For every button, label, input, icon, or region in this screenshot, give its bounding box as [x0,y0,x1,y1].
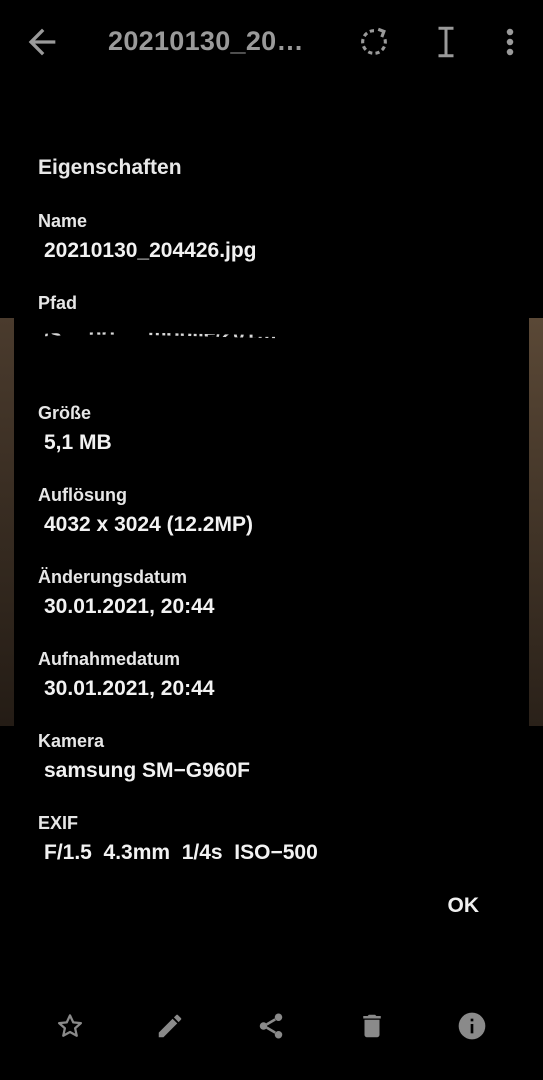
info-button[interactable] [450,1004,494,1048]
resolution-value: 4032 x 3024 (12.2MP) [44,513,253,536]
size-value: 5,1 MB [44,431,112,454]
camera-value: samsung SM−G960F [44,759,250,782]
back-button[interactable] [22,22,62,62]
exif-value: F/1.5 4.3mm 1/4s ISO−500 [44,841,318,864]
file-title: 20210130_20… [108,26,304,56]
text-select-button[interactable] [428,22,464,62]
delete-icon [363,1014,381,1038]
modified-date-value: 30.01.2021, 20:44 [44,595,215,618]
star-icon [58,1014,82,1037]
info-icon [458,1012,486,1040]
rotate-icon [361,27,387,55]
share-button[interactable] [249,1004,293,1048]
exif-label: EXIF [38,813,79,833]
photo-edge-left [0,318,14,726]
share-icon [259,1013,283,1039]
back-arrow-icon [28,28,56,56]
name-label: Name [38,211,88,231]
path-label: Pfad [38,293,78,313]
ok-button[interactable]: OK [448,894,480,918]
more-options-button[interactable] [492,22,528,62]
top-app-bar: 20210130_20… [0,0,543,86]
path-redaction-scribble [19,321,459,384]
capture-date-value: 30.01.2021, 20:44 [44,677,215,700]
favorite-button[interactable] [48,1004,92,1048]
modified-date-label: Änderungsdatum [38,567,188,587]
dialog-title: Eigenschaften [38,156,182,179]
delete-button[interactable] [350,1004,394,1048]
rotate-button[interactable] [356,22,392,62]
text-cursor-icon [438,26,454,58]
resolution-label: Auflösung [38,485,127,505]
name-value: 20210130_204426.jpg [44,239,257,262]
size-label: Größe [38,403,92,423]
capture-date-label: Aufnahmedatum [38,649,181,669]
camera-label: Kamera [38,731,105,751]
edit-icon [158,1014,182,1038]
more-vert-icon [506,28,514,56]
edit-button[interactable] [148,1004,192,1048]
bottom-action-bar [0,990,543,1062]
photo-edge-right [529,318,543,726]
properties-dialog: Eigenschaften Name 20210130_204426.jpg P… [14,120,529,960]
